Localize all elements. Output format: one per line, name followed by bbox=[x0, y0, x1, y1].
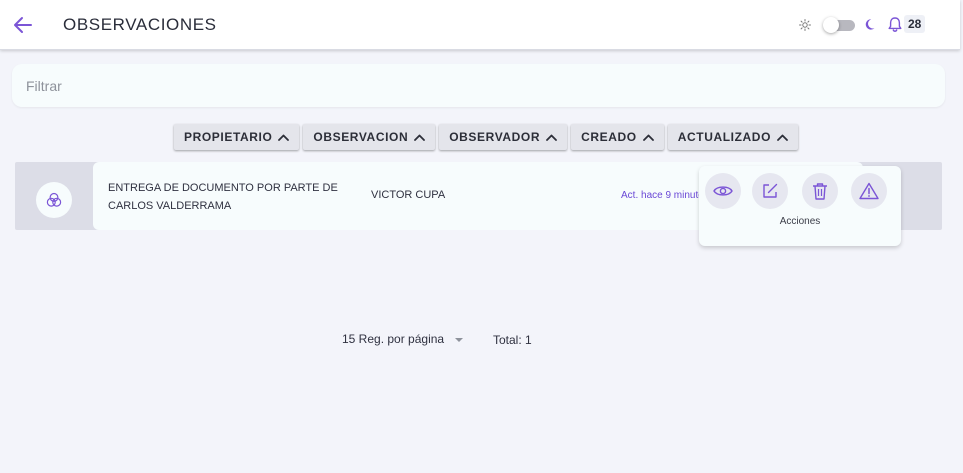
per-page-select[interactable]: 15 Reg. por página bbox=[342, 332, 464, 346]
report-button[interactable] bbox=[851, 173, 887, 209]
back-arrow-icon[interactable] bbox=[12, 14, 34, 36]
sort-bar: PROPIETARIO OBSERVACION OBSERVADOR CREAD… bbox=[174, 124, 802, 150]
sort-label: CREADO bbox=[581, 130, 637, 144]
caret-down-icon bbox=[455, 337, 464, 342]
toggle-knob bbox=[823, 17, 839, 33]
sort-creado-button[interactable]: CREADO bbox=[571, 124, 664, 150]
observation-text: ENTREGA DE DOCUMENTO POR PARTE DE CARLOS… bbox=[108, 182, 338, 212]
sort-observador-button[interactable]: OBSERVADOR bbox=[439, 124, 568, 150]
trash-icon bbox=[813, 183, 827, 200]
page-title: OBSERVACIONES bbox=[63, 15, 217, 34]
chevron-up-icon bbox=[278, 134, 290, 141]
moon-icon bbox=[865, 19, 875, 30]
per-page-label: 15 Reg. por página bbox=[342, 332, 445, 346]
updated-time: Act. hace 9 minutos bbox=[621, 190, 703, 201]
edit-icon bbox=[763, 183, 778, 198]
chevron-up-icon bbox=[642, 134, 654, 141]
actions-popover: Acciones bbox=[699, 166, 901, 246]
sort-label: OBSERVACION bbox=[313, 130, 409, 144]
view-button[interactable] bbox=[705, 173, 741, 209]
owner-avatar bbox=[36, 182, 72, 218]
chevron-up-icon bbox=[777, 134, 788, 141]
sort-label: ACTUALIZADO bbox=[677, 130, 772, 144]
theme-toggle[interactable] bbox=[823, 17, 855, 33]
sort-label: OBSERVADOR bbox=[449, 130, 541, 144]
sort-label: PROPIETARIO bbox=[184, 130, 273, 144]
chevron-up-icon bbox=[546, 134, 558, 141]
actions-label: Acciones bbox=[779, 216, 821, 227]
delete-button[interactable] bbox=[802, 173, 838, 209]
sort-propietario-button[interactable]: PROPIETARIO bbox=[174, 124, 300, 150]
sort-observacion-button[interactable]: OBSERVACION bbox=[303, 124, 436, 150]
eye-icon bbox=[713, 186, 733, 196]
total-count: Total: 1 bbox=[493, 333, 532, 347]
circles-icon bbox=[46, 192, 62, 207]
warning-icon bbox=[859, 182, 879, 200]
edit-button[interactable] bbox=[752, 173, 788, 209]
chevron-up-icon bbox=[414, 134, 426, 141]
observer-name: VICTOR CUPA bbox=[371, 189, 446, 201]
notification-count-badge[interactable]: 28 bbox=[904, 15, 926, 33]
sort-actualizado-button[interactable]: ACTUALIZADO bbox=[667, 124, 799, 150]
top-bar: OBSERVACIONES 28 bbox=[0, 0, 960, 50]
filter-input[interactable] bbox=[12, 64, 945, 107]
sun-icon bbox=[799, 19, 811, 31]
bell-icon[interactable] bbox=[887, 16, 903, 33]
